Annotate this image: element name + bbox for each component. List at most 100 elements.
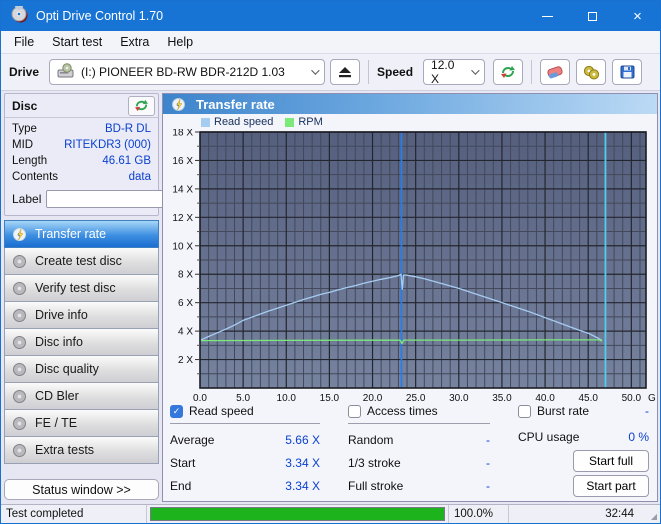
svg-text:50.0: 50.0 — [622, 393, 642, 401]
sidebar-item-fe-te[interactable]: FE / TE — [4, 409, 159, 437]
random-value: - — [486, 433, 490, 447]
svg-text:10 X: 10 X — [172, 241, 193, 252]
full-stroke-value: - — [486, 479, 490, 493]
chevron-down-icon — [471, 66, 479, 74]
app-window: Opti Drive Control 1.70 × File Start tes… — [0, 0, 661, 524]
access-times-checkbox[interactable] — [348, 405, 361, 418]
disc-row-length: Length46.61 GB — [5, 153, 158, 169]
disc-icon — [12, 416, 27, 431]
drive-icon — [57, 63, 75, 82]
resize-grip-icon: ◢ — [648, 505, 660, 523]
sidebar-item-create-test-disc[interactable]: Create test disc — [4, 247, 159, 275]
panel-header: Transfer rate — [163, 94, 657, 114]
legend-read-speed: Read speed — [214, 116, 273, 128]
disc-bolt-icon — [12, 227, 27, 242]
statusbar: Test completed 100.0% 32:44 ◢ — [1, 504, 660, 523]
save-button[interactable] — [612, 59, 642, 85]
svg-text:16 X: 16 X — [172, 156, 193, 167]
svg-text:40.0: 40.0 — [535, 393, 555, 401]
eject-button[interactable] — [330, 59, 360, 85]
third-stroke-value: - — [486, 456, 490, 470]
cpu-usage-row: CPU usage0 % — [518, 425, 649, 448]
left-column: Disc TypeBD-R DL MIDRITEKDR3 (000) — [4, 93, 159, 502]
sidebar: Transfer rate Create test disc Verify te… — [4, 221, 159, 464]
elapsed-time: 32:44 — [509, 505, 648, 523]
copy-discs-button[interactable] — [576, 59, 606, 85]
svg-text:35.0: 35.0 — [492, 393, 512, 401]
end-row: End3.34 X — [170, 474, 320, 497]
erase-disc-button[interactable] — [540, 59, 570, 85]
transfer-rate-chart: 2 X4 X6 X8 X10 X12 X14 X16 X18 X0.05.010… — [164, 129, 656, 401]
svg-text:20.0: 20.0 — [363, 393, 383, 401]
svg-text:18 X: 18 X — [172, 129, 193, 139]
sidebar-item-extra-tests[interactable]: Extra tests — [4, 436, 159, 464]
body: Disc TypeBD-R DL MIDRITEKDR3 (000) — [1, 91, 660, 504]
burst-rate-checkbox[interactable] — [518, 405, 531, 418]
svg-text:30.0: 30.0 — [449, 393, 469, 401]
speed-label: Speed — [377, 65, 413, 79]
disc-icon — [12, 308, 27, 323]
disc-icon — [12, 281, 27, 296]
disc-panel-title: Disc — [12, 99, 37, 113]
full-stroke-row: Full stroke- — [348, 474, 490, 497]
svg-text:14 X: 14 X — [172, 184, 193, 195]
disc-bolt-icon — [171, 97, 186, 112]
refresh-button[interactable] — [493, 59, 523, 85]
sidebar-item-disc-quality[interactable]: Disc quality — [4, 355, 159, 383]
separator — [368, 60, 369, 84]
svg-text:4 X: 4 X — [178, 327, 193, 338]
svg-text:12 X: 12 X — [172, 213, 193, 224]
close-icon: × — [633, 9, 642, 24]
menu-start-test[interactable]: Start test — [43, 33, 111, 51]
disc-icon — [12, 362, 27, 377]
chevron-down-icon — [311, 66, 319, 74]
average-row: Average5.66 X — [170, 428, 320, 451]
svg-text:45.0: 45.0 — [578, 393, 598, 401]
svg-text:10.0: 10.0 — [277, 393, 297, 401]
status-window-button[interactable]: Status window >> — [4, 479, 159, 500]
third-stroke-row: 1/3 stroke- — [348, 451, 490, 474]
burst-rate-value: - — [645, 404, 649, 418]
rpm-swatch — [285, 118, 294, 127]
menubar: File Start test Extra Help — [1, 31, 660, 54]
refresh-icon — [500, 65, 516, 79]
maximize-button[interactable] — [570, 1, 615, 31]
svg-text:0.0: 0.0 — [193, 393, 207, 401]
app-disc-icon — [11, 6, 28, 26]
chart-legend: Read speed RPM — [201, 115, 657, 129]
status-text: Test completed — [1, 505, 147, 523]
drive-label: Drive — [9, 65, 39, 79]
progress-fill — [151, 508, 444, 520]
read-speed-checkbox[interactable]: ✓ — [170, 405, 183, 418]
svg-text:2 X: 2 X — [178, 355, 193, 366]
sidebar-item-disc-info[interactable]: Disc info — [4, 328, 159, 356]
legend-rpm: RPM — [298, 116, 322, 128]
disc-refresh-button[interactable] — [128, 96, 155, 116]
start-part-button[interactable]: Start part — [573, 475, 649, 497]
disc-row-mid: MIDRITEKDR3 (000) — [5, 137, 158, 153]
disc-type-value: BD-R DL — [105, 123, 151, 135]
toolbar: Drive (I:) PIONEER BD-RW BDR-212D 1.03 S… — [1, 54, 660, 91]
close-button[interactable]: × — [615, 1, 660, 31]
start-full-button[interactable]: Start full — [573, 450, 649, 472]
window-title: Opti Drive Control 1.70 — [36, 9, 163, 23]
sidebar-item-drive-info[interactable]: Drive info — [4, 301, 159, 329]
speed-select[interactable]: 12.0 X — [423, 59, 485, 85]
menu-extra[interactable]: Extra — [111, 33, 158, 51]
access-times-section: Access times Random- 1/3 stroke- Full st… — [348, 402, 490, 501]
svg-text:5.0: 5.0 — [236, 393, 250, 401]
speed-value: 12.0 X — [431, 58, 465, 86]
menu-help[interactable]: Help — [158, 33, 202, 51]
drive-select[interactable]: (I:) PIONEER BD-RW BDR-212D 1.03 — [49, 59, 325, 85]
burst-rate-section: Burst rate - CPU usage0 % Start full Sta… — [518, 402, 649, 501]
minimize-icon — [542, 16, 553, 17]
disc-length-value: 46.61 GB — [102, 155, 151, 167]
sidebar-item-transfer-rate[interactable]: Transfer rate — [4, 220, 159, 248]
cpu-usage-value: 0 % — [628, 430, 649, 444]
menu-file[interactable]: File — [5, 33, 43, 51]
progress-bar — [147, 505, 449, 523]
sidebar-item-verify-test-disc[interactable]: Verify test disc — [4, 274, 159, 302]
sidebar-item-cd-bler[interactable]: CD Bler — [4, 382, 159, 410]
read-speed-swatch — [201, 118, 210, 127]
minimize-button[interactable] — [525, 1, 570, 31]
